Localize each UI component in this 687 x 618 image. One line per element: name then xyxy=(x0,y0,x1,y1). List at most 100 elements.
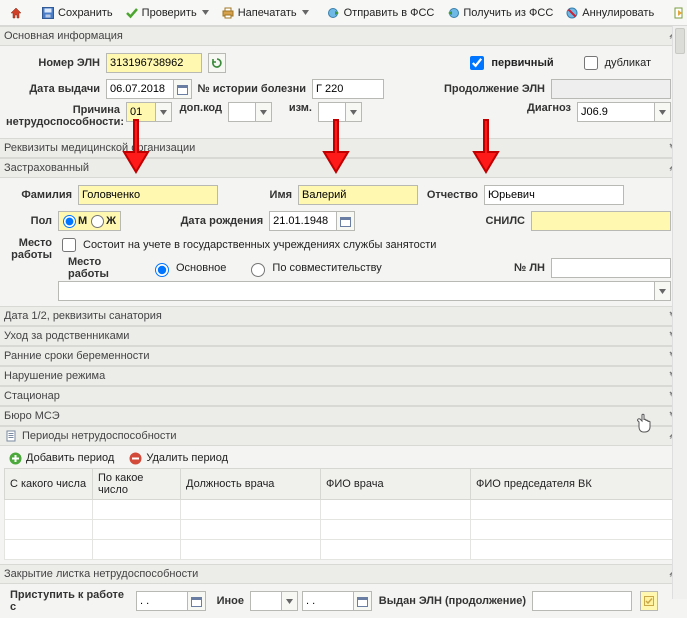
start-work-input[interactable] xyxy=(136,591,188,611)
col-to[interactable]: По какое число xyxy=(93,469,181,500)
chevron-down-icon[interactable] xyxy=(256,102,272,122)
check-icon xyxy=(125,6,139,20)
duplicate-checkbox-input[interactable] xyxy=(584,56,598,70)
birth-input[interactable] xyxy=(269,211,337,231)
insured-body: Фамилия Имя Отчество Пол М Ж Дата рожден… xyxy=(0,178,687,306)
gender-m-radio[interactable] xyxy=(63,215,76,228)
name-input[interactable] xyxy=(298,185,418,205)
get-fss-button[interactable]: Получить из ФСС xyxy=(441,2,558,24)
vertical-scrollbar[interactable] xyxy=(672,26,687,599)
section-care[interactable]: Уход за родственниками xyxy=(0,326,687,346)
section-violation[interactable]: Нарушение режима xyxy=(0,366,687,386)
calendar-icon[interactable] xyxy=(188,591,206,611)
other-date-input[interactable] xyxy=(302,591,354,611)
other-input[interactable] xyxy=(250,591,282,611)
issued-eln-action-button[interactable] xyxy=(640,591,658,611)
section-title: Уход за родственниками xyxy=(4,330,129,342)
scrollbar-thumb[interactable] xyxy=(675,28,685,54)
section-title: Стационар xyxy=(4,390,60,402)
eln-no-input[interactable] xyxy=(106,53,202,73)
section-date12[interactable]: Дата 1/2, реквизиты санатория xyxy=(0,306,687,326)
calendar-icon[interactable] xyxy=(354,591,372,611)
workplace-select[interactable] xyxy=(58,281,655,301)
history-no-input[interactable] xyxy=(312,79,384,99)
add-period-button[interactable]: Добавить период xyxy=(4,448,118,468)
eln-refresh-button[interactable] xyxy=(208,53,226,73)
globe-cancel-icon xyxy=(565,6,579,20)
calendar-icon[interactable] xyxy=(174,79,192,99)
label-other: Иное xyxy=(206,595,250,607)
doc-icon xyxy=(4,429,18,443)
label-ln-no: № ЛН xyxy=(501,262,551,274)
col-doc-name[interactable]: ФИО врача xyxy=(321,469,471,500)
issue-date-input[interactable] xyxy=(106,79,174,99)
doc-issue-icon xyxy=(672,6,686,20)
patronymic-input[interactable] xyxy=(484,185,624,205)
check-button[interactable]: Проверить xyxy=(120,2,214,24)
label-reason: Причина нетрудоспособности: xyxy=(6,102,126,128)
label-snils: СНИЛС xyxy=(475,215,531,227)
section-title: Периоды нетрудоспособности xyxy=(22,430,177,442)
chevron-down-icon[interactable] xyxy=(346,102,362,122)
cursor-hand-icon xyxy=(636,413,654,436)
employment-state-checkbox-input[interactable] xyxy=(62,238,76,252)
label-patronymic: Отчество xyxy=(418,189,484,201)
duplicate-checkbox[interactable]: дубликат xyxy=(580,53,651,73)
section-periods[interactable]: Периоды нетрудоспособности xyxy=(0,426,687,446)
col-chair[interactable]: ФИО председателя ВК xyxy=(471,469,683,500)
label-workplace: Место работы xyxy=(58,256,150,280)
table-row[interactable] xyxy=(5,520,683,540)
annul-button[interactable]: Аннулировать xyxy=(560,2,659,24)
section-hospital[interactable]: Стационар xyxy=(0,386,687,406)
ln-no-input[interactable] xyxy=(551,258,671,278)
globe-arrow-left-icon xyxy=(446,6,460,20)
table-row[interactable] xyxy=(5,540,683,560)
label-eln-no: Номер ЭЛН xyxy=(6,57,106,69)
chevron-down-icon xyxy=(202,10,209,15)
snils-input[interactable] xyxy=(531,211,671,231)
periods-table[interactable]: С какого числа По какое число Должность … xyxy=(4,468,683,560)
gender-radio[interactable]: М Ж xyxy=(58,211,121,231)
calendar-icon[interactable] xyxy=(337,211,355,231)
toolbar: Сохранить Проверить Напечатать Отправить… xyxy=(0,0,687,26)
col-doc-pos[interactable]: Должность врача xyxy=(181,469,321,500)
chevron-down-icon[interactable] xyxy=(282,591,298,611)
col-from[interactable]: С какого числа xyxy=(5,469,93,500)
chevron-down-icon[interactable] xyxy=(655,281,671,301)
primary-checkbox[interactable]: первичный xyxy=(466,53,553,73)
section-org[interactable]: Реквизиты медицинской организации xyxy=(0,138,687,158)
surname-input[interactable] xyxy=(78,185,218,205)
label-history-no: № истории болезни xyxy=(192,83,312,95)
gender-f-radio[interactable] xyxy=(91,215,104,228)
primary-checkbox-input[interactable] xyxy=(470,56,484,70)
part-job-radio[interactable]: По совместительству xyxy=(246,260,381,277)
printer-icon xyxy=(221,6,235,20)
section-preg[interactable]: Ранние сроки беременности xyxy=(0,346,687,366)
employment-state-checkbox[interactable]: Состоит на учете в государственных учреж… xyxy=(58,235,436,255)
table-row[interactable] xyxy=(5,500,683,520)
chg-input[interactable] xyxy=(318,102,346,122)
diag-input[interactable] xyxy=(577,102,655,122)
check-label: Проверить xyxy=(142,7,197,19)
home-button[interactable] xyxy=(4,2,28,24)
chevron-down-icon[interactable] xyxy=(156,102,172,122)
issued-eln-input[interactable] xyxy=(532,591,632,611)
label-addcode: доп.код xyxy=(172,102,228,114)
label-name: Имя xyxy=(218,189,298,201)
reason-input[interactable] xyxy=(126,102,156,122)
main-job-radio[interactable]: Основное xyxy=(150,260,226,277)
delete-period-button[interactable]: Удалить период xyxy=(124,448,232,468)
issue-continuation-button[interactable]: Выдать ЭЛН-продолжение xyxy=(667,2,687,24)
section-close[interactable]: Закрытие листка нетрудоспособности xyxy=(0,564,687,584)
section-insured[interactable]: Застрахованный xyxy=(0,158,687,178)
addcode-input[interactable] xyxy=(228,102,256,122)
section-mse[interactable]: Бюро МСЭ xyxy=(0,406,687,426)
print-button[interactable]: Напечатать xyxy=(216,2,314,24)
chevron-down-icon[interactable] xyxy=(655,102,671,122)
get-fss-label: Получить из ФСС xyxy=(463,7,553,19)
send-fss-button[interactable]: Отправить в ФСС xyxy=(322,2,440,24)
send-fss-label: Отправить в ФСС xyxy=(344,7,435,19)
save-button[interactable]: Сохранить xyxy=(36,2,118,24)
label-diag: Диагноз xyxy=(517,102,577,114)
section-main-info[interactable]: Основная информация xyxy=(0,26,687,46)
